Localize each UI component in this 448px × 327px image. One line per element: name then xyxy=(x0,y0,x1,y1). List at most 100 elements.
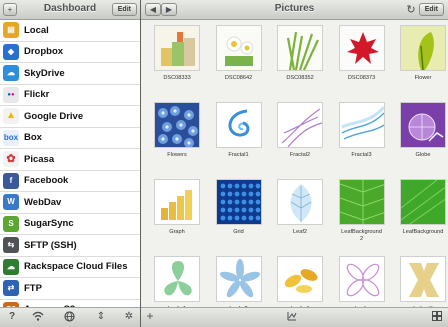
photo-caption: Graph xyxy=(169,229,185,235)
photo-item[interactable]: Fractal3 xyxy=(334,102,390,159)
main-header: ◀ ▶ Pictures ↻ Edit xyxy=(141,0,448,20)
sidebar-item-facebook[interactable]: f Facebook xyxy=(0,171,140,192)
photo-caption: Grid xyxy=(233,229,244,235)
picasa-icon: ✿ xyxy=(3,151,19,168)
page-title: Pictures xyxy=(274,3,315,14)
sidebar-edit-button[interactable]: Edit xyxy=(111,3,137,16)
photo-item[interactable]: DSC08642 xyxy=(211,25,267,82)
photo-item[interactable]: Leaf2 xyxy=(272,179,328,236)
photo-thumbnail[interactable] xyxy=(215,102,262,148)
photo-caption: Flowers xyxy=(167,152,187,158)
photo-caption: DSC08352 xyxy=(286,75,314,81)
google-drive-icon: ▲ xyxy=(3,108,19,125)
sidebar-item-label: Local xyxy=(24,24,49,36)
photo-thumbnail[interactable] xyxy=(215,25,262,71)
photo-thumbnail[interactable] xyxy=(154,102,200,148)
sidebar-item-sugarsync[interactable]: S SugarSync xyxy=(0,214,140,235)
sidebar-item-local[interactable]: ▤ Local xyxy=(0,20,140,42)
photo-thumbnail[interactable] xyxy=(338,102,385,148)
sidebar-item-label: FTP xyxy=(24,282,42,294)
photo-thumbnail[interactable] xyxy=(277,179,323,225)
photo-thumbnail[interactable] xyxy=(400,256,446,302)
sidebar-item-dropbox[interactable]: ◆ Dropbox xyxy=(0,42,140,63)
webdav-icon: W xyxy=(3,194,19,211)
photo-caption: DSC08373 xyxy=(347,75,376,81)
photo-item[interactable]: Globe xyxy=(395,102,448,159)
photo-item[interactable]: Graph xyxy=(149,179,205,236)
sort-icon[interactable]: ⇕ xyxy=(94,311,108,322)
box-icon: box xyxy=(3,129,19,146)
photo-thumbnail[interactable] xyxy=(338,179,385,225)
photo-item[interactable]: Leafs xyxy=(334,256,390,307)
photo-item[interactable]: LeafBackground xyxy=(395,179,448,236)
photo-item[interactable]: Fractal2 xyxy=(272,102,328,159)
main-edit-button[interactable]: Edit xyxy=(418,3,444,16)
photo-item[interactable]: Letter X xyxy=(395,256,448,307)
sidebar-item-webdav[interactable]: W WebDav xyxy=(0,192,140,214)
photo-thumbnail[interactable] xyxy=(338,256,385,302)
sidebar-item-label: SkyDrive xyxy=(24,67,65,79)
photo-item[interactable]: Leafs 1 xyxy=(149,256,205,307)
add-icon[interactable]: + xyxy=(143,309,157,323)
sidebar-item-amazon-s3[interactable]: S3Amazon S3 xyxy=(0,300,140,307)
help-icon[interactable]: ? xyxy=(5,311,19,322)
flickr-icon: ● ● xyxy=(3,86,19,103)
photo-thumbnail[interactable] xyxy=(277,256,323,302)
photo-caption: Flower xyxy=(414,75,432,81)
gear-icon[interactable]: ✲ xyxy=(122,311,136,322)
photo-item[interactable]: Grid xyxy=(211,179,267,236)
photo-thumbnail[interactable] xyxy=(154,179,200,225)
photo-thumbnail[interactable] xyxy=(215,179,262,225)
ftp-icon: ⇄ xyxy=(3,280,19,297)
wifi-icon[interactable] xyxy=(31,311,45,325)
sidebar-item-sftp-ssh[interactable]: ⇆ SFTP (SSH) xyxy=(0,235,140,257)
photo-thumbnail[interactable] xyxy=(215,256,262,302)
photo-item[interactable]: Flower xyxy=(395,25,448,82)
main-toolbar: + xyxy=(141,307,448,327)
photo-caption: LeafBackground 2 xyxy=(341,229,382,242)
sidebar-item-label: Box xyxy=(24,132,42,144)
sidebar-item-box[interactable]: box Box xyxy=(0,128,140,149)
photo-thumbnail[interactable] xyxy=(400,25,446,71)
sugarsync-icon: S xyxy=(3,215,19,232)
photo-thumbnail[interactable] xyxy=(277,25,323,71)
facebook-icon: f xyxy=(3,172,19,189)
sidebar-item-label: Facebook xyxy=(24,175,69,187)
sidebar-item-label: WebDav xyxy=(24,196,62,208)
globe-icon[interactable] xyxy=(62,311,76,325)
sidebar-item-picasa[interactable]: ✿ Picasa xyxy=(0,149,140,171)
photo-item[interactable]: DSC08373 xyxy=(334,25,390,82)
sidebar: + Dashboard Edit ▤ Local ◆ Dropbox ☁ SkyDrive… xyxy=(0,0,141,327)
photo-grid: DSC08333 DSC08642 DSC08352 DSC08373 Flower Fl… xyxy=(141,20,448,307)
photo-caption: DSC08333 xyxy=(163,75,191,81)
refresh-icon[interactable]: ↻ xyxy=(404,3,418,16)
sidebar-item-flickr[interactable]: ● ● Flickr xyxy=(0,85,140,106)
photo-thumbnail[interactable] xyxy=(400,179,446,225)
sidebar-item-skydrive[interactable]: ☁ SkyDrive xyxy=(0,63,140,85)
photo-thumbnail[interactable] xyxy=(338,25,385,71)
photo-thumbnail[interactable] xyxy=(154,25,200,71)
sidebar-item-rackspace-cloud-files[interactable]: ☁ Rackspace Cloud Files xyxy=(0,257,140,278)
photo-caption: Globe xyxy=(415,152,431,158)
photo-item[interactable]: Leafs 2 xyxy=(211,256,267,307)
photo-thumbnail[interactable] xyxy=(277,102,323,148)
skydrive-icon: ☁ xyxy=(3,65,19,82)
sidebar-item-label: SugarSync xyxy=(24,218,74,230)
photo-item[interactable]: LeafBackground 2 xyxy=(334,179,390,242)
photo-caption: LeafBackground xyxy=(402,229,444,235)
sidebar-item-google-drive[interactable]: ▲ Google Drive xyxy=(0,106,140,128)
dropbox-icon: ◆ xyxy=(3,43,19,60)
photo-item[interactable]: Flowers xyxy=(149,102,205,159)
photo-item[interactable]: DSC08333 xyxy=(149,25,205,82)
photo-item[interactable]: DSC08352 xyxy=(272,25,328,82)
service-list: ▤ Local ◆ Dropbox ☁ SkyDrive ● ● Flickr ▲ Google D… xyxy=(0,20,140,307)
photo-item[interactable]: Leafs 4 xyxy=(272,256,328,307)
grid-view-icon[interactable] xyxy=(430,311,444,324)
photo-item[interactable]: Fractal1 xyxy=(211,102,267,159)
photo-thumbnail[interactable] xyxy=(154,256,200,302)
sidebar-item-ftp[interactable]: ⇄ FTP xyxy=(0,278,140,300)
photo-thumbnail[interactable] xyxy=(400,102,446,148)
rackspace-icon: ☁ xyxy=(3,258,19,275)
sidebar-toolbar: ? ⇕ ✲ xyxy=(0,307,140,327)
slideshow-icon[interactable] xyxy=(285,311,299,324)
